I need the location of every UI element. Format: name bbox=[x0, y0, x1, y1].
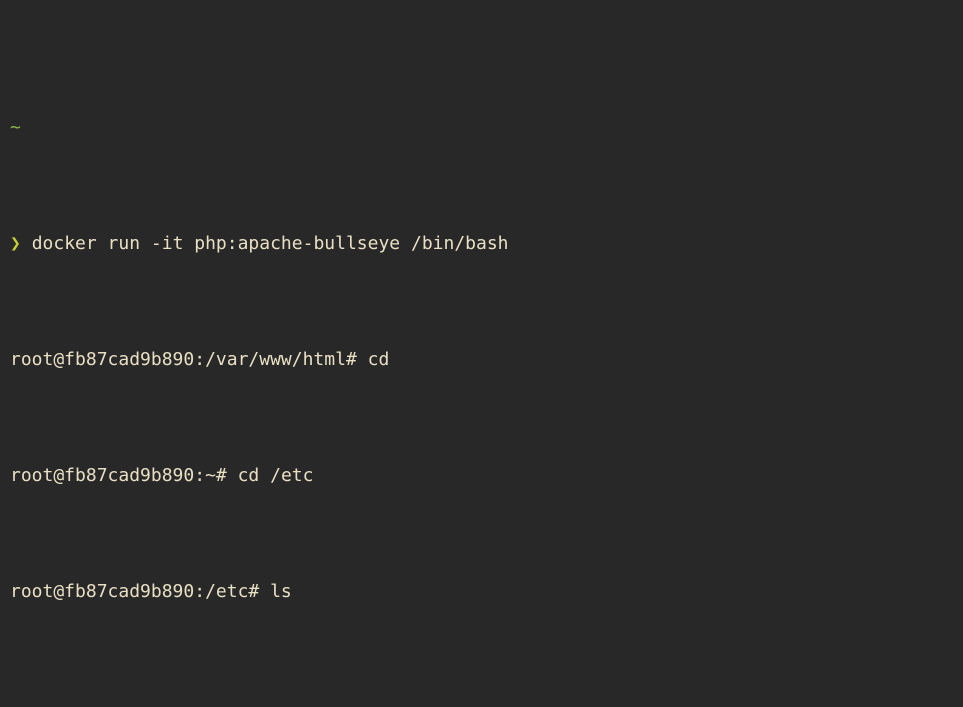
container-prompt-line-3: root@fb87cad9b890:/etc# ls bbox=[10, 577, 963, 606]
container-command-2: cd /etc bbox=[237, 465, 314, 486]
ls-output-grid: adduser.conf debian_version gshadow ld.s… bbox=[10, 693, 963, 707]
shell-command-line-docker: ❯ docker run -it php:apache-bullseye /bi… bbox=[10, 229, 963, 258]
container-prompt-1: root@fb87cad9b890:/var/www/html# bbox=[10, 349, 357, 370]
terminal-screen: ~ ❯ docker run -it php:apache-bullseye /… bbox=[10, 26, 963, 707]
host-command-text: docker run -it php:apache-bullseye /bin/… bbox=[31, 233, 509, 254]
container-command-3: ls bbox=[270, 581, 292, 602]
container-prompt-2: root@fb87cad9b890:~# bbox=[10, 465, 227, 486]
container-command-1: cd bbox=[367, 349, 390, 370]
container-prompt-3: root@fb87cad9b890:/etc# bbox=[10, 581, 260, 602]
container-prompt-line-1: root@fb87cad9b890:/var/www/html# cd bbox=[10, 345, 963, 374]
terminal-window[interactable]: ~ ❯ docker run -it php:apache-bullseye /… bbox=[0, 0, 963, 707]
shell-cwd-line: ~ bbox=[10, 113, 963, 142]
container-prompt-line-2: root@fb87cad9b890:~# cd /etc bbox=[10, 461, 963, 490]
cwd-tilde-label: ~ bbox=[10, 117, 21, 138]
prompt-chevron-icon: ❯ bbox=[10, 233, 21, 254]
